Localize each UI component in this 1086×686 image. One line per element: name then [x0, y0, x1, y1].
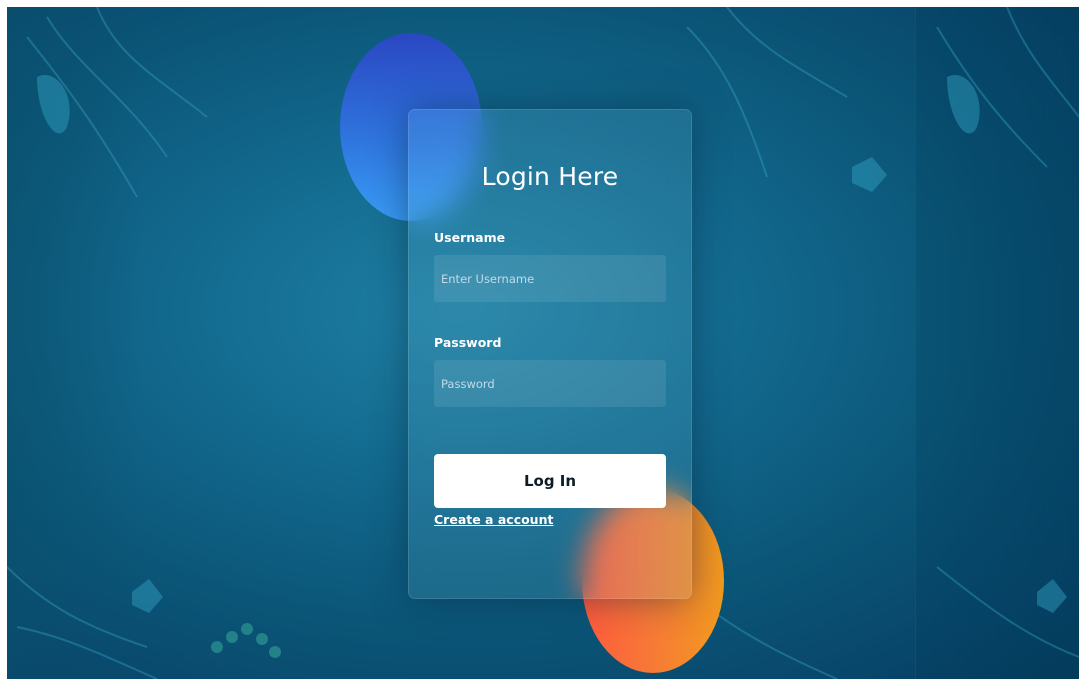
fish-silhouette-icon: [1037, 579, 1067, 613]
fish-silhouette-icon: [132, 579, 163, 613]
login-title: Login Here: [481, 162, 619, 191]
create-account-link[interactable]: Create a account: [434, 512, 553, 527]
password-input[interactable]: [434, 360, 666, 407]
fish-silhouette-icon: [852, 157, 887, 192]
login-button[interactable]: Log In: [434, 454, 666, 508]
username-input[interactable]: [434, 255, 666, 302]
login-card: Login Here Username Password Log In Crea…: [408, 109, 692, 599]
password-label: Password: [434, 335, 502, 350]
username-label: Username: [434, 230, 506, 245]
page-background: Login Here Username Password Log In Crea…: [7, 7, 1079, 679]
